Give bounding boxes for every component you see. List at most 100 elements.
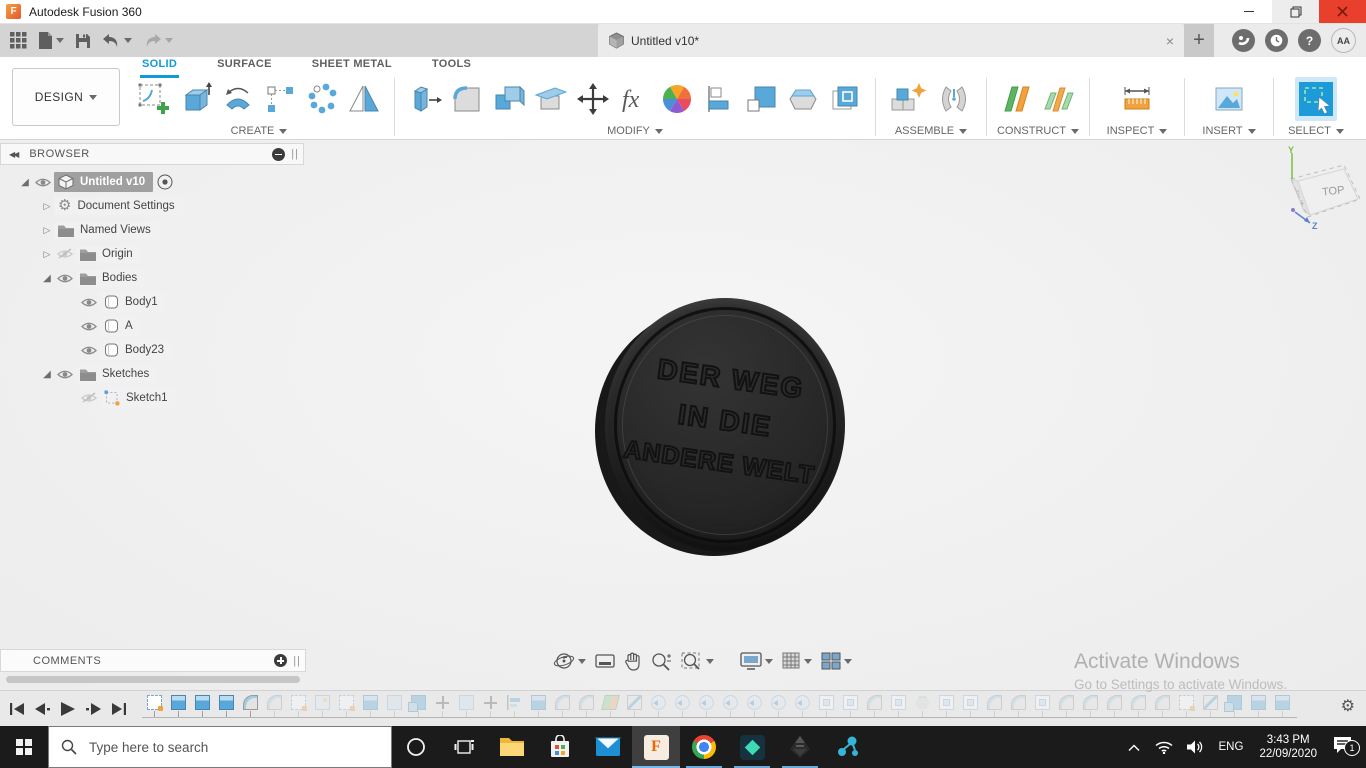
timeline-feature-shell[interactable] (842, 695, 859, 722)
press-pull-button[interactable] (404, 77, 446, 121)
zoom-button[interactable] (651, 652, 672, 671)
tray-chevron-icon[interactable] (1120, 743, 1148, 752)
revolve-button[interactable] (217, 77, 259, 121)
move-copy-button[interactable] (572, 77, 614, 121)
timeline-feature-fillet[interactable] (266, 695, 283, 722)
offset-plane-button[interactable] (996, 77, 1038, 121)
volume-icon[interactable] (1180, 740, 1211, 754)
panel-grip[interactable]: || (291, 148, 299, 160)
circular-pattern-button[interactable] (301, 77, 343, 121)
timeline-feature-fillet[interactable] (986, 695, 1003, 722)
tab-sheet-metal[interactable]: SHEET METAL (312, 58, 392, 76)
timeline-feature-extrude[interactable] (218, 695, 235, 722)
new-tab-button[interactable]: + (1184, 24, 1214, 57)
minimize-button[interactable] (1225, 0, 1272, 23)
change-parameters-button[interactable]: fx (614, 77, 656, 121)
comments-panel[interactable]: COMMENTS || (0, 649, 306, 672)
timeline-feature-combine[interactable] (408, 695, 427, 722)
taskbar-app-graph-tool[interactable] (824, 726, 872, 768)
select-button[interactable] (1295, 77, 1337, 121)
extrude-button[interactable] (175, 77, 217, 121)
group-label-select[interactable]: SELECT (1288, 125, 1344, 137)
taskbar-app-file-explorer[interactable] (488, 726, 536, 768)
timeline-feature-history[interactable] (770, 695, 787, 722)
timeline-feature-shell[interactable] (938, 695, 955, 722)
timeline-feature-sketch[interactable] (338, 695, 355, 722)
zoom-window-button[interactable] (681, 652, 714, 671)
expanded-icon[interactable]: ◢ (40, 273, 54, 284)
visibility-eye-icon[interactable] (32, 177, 54, 188)
browser-panel-header[interactable]: ◀◀ BROWSER || (0, 143, 304, 165)
step-forward-button[interactable] (86, 702, 101, 715)
joint-button[interactable] (931, 77, 977, 121)
fillet-button[interactable] (446, 77, 488, 121)
mirror-button[interactable] (343, 77, 385, 121)
rectangular-pattern-button[interactable] (259, 77, 301, 121)
visibility-eye-icon[interactable] (78, 297, 100, 308)
timeline-feature-shell[interactable] (1034, 695, 1051, 722)
split-body-button[interactable] (530, 77, 572, 121)
remove-panel-icon[interactable] (272, 147, 286, 161)
start-button[interactable] (0, 726, 48, 768)
collapsed-icon[interactable]: ▷ (40, 201, 54, 212)
timeline-feature-extrude[interactable] (530, 695, 547, 722)
timeline-feature-image[interactable] (314, 695, 331, 722)
play-button[interactable] (61, 701, 75, 716)
timeline-feature-history[interactable] (674, 695, 691, 722)
tab-tools[interactable]: TOOLS (432, 58, 471, 76)
language-indicator[interactable]: ENG (1211, 741, 1252, 753)
timeline-feature-fillet[interactable] (866, 695, 883, 722)
appearance-button[interactable] (656, 77, 698, 121)
taskbar-app-chrome[interactable] (680, 726, 728, 768)
timeline-feature-plane[interactable] (601, 695, 620, 722)
timeline-feature-fillet[interactable] (1154, 695, 1171, 722)
timeline-feature-fillet[interactable] (578, 695, 595, 722)
group-label-modify[interactable]: MODIFY (607, 125, 663, 137)
look-at-button[interactable] (595, 652, 615, 670)
timeline-feature-extrude[interactable] (194, 695, 211, 722)
panel-grip[interactable]: || (293, 655, 301, 667)
timeline-feature-sketch[interactable] (146, 695, 163, 722)
visibility-eye-icon[interactable] (54, 369, 76, 380)
display-settings-button[interactable] (740, 652, 773, 670)
display-settings-caret[interactable] (765, 658, 773, 664)
group-label-construct[interactable]: CONSTRUCT (997, 125, 1080, 137)
combine-button[interactable] (488, 77, 530, 121)
orbit-button[interactable] (553, 651, 586, 671)
browser-row-root[interactable]: ◢ Untitled v10 (0, 170, 304, 194)
taskbar-search-input[interactable]: Type here to search (48, 726, 392, 768)
new-component-button[interactable] (885, 77, 931, 121)
timeline-feature-fillet[interactable] (1082, 695, 1099, 722)
redo-button[interactable] (141, 31, 175, 50)
orbit-caret[interactable] (578, 658, 586, 664)
draft-button[interactable] (782, 77, 824, 121)
job-status-icon[interactable] (1232, 29, 1255, 52)
group-label-insert[interactable]: INSERT (1202, 125, 1256, 137)
viewports-caret[interactable] (844, 658, 852, 664)
timeline-feature-sketch[interactable] (1178, 695, 1195, 722)
browser-row-named-views[interactable]: ▷ Named Views (0, 218, 304, 242)
create-sketch-button[interactable] (133, 77, 175, 121)
tab-solid[interactable]: SOLID (139, 58, 180, 78)
root-component-chip[interactable]: Untitled v10 (54, 172, 154, 192)
timeline-feature-split[interactable] (1202, 695, 1219, 722)
browser-row-bodies[interactable]: ◢ Bodies (0, 266, 304, 290)
group-label-assemble[interactable]: ASSEMBLE (895, 125, 968, 137)
visibility-eye-off-icon[interactable] (54, 248, 76, 260)
insert-image-button[interactable] (1208, 77, 1250, 121)
action-center-button[interactable]: 1 (1325, 736, 1366, 758)
viewcube-top-label[interactable]: TOP (1322, 184, 1346, 198)
collapse-panel-icon[interactable]: ◀◀ (9, 150, 19, 159)
timeline-feature-box[interactable] (458, 695, 475, 722)
user-avatar[interactable]: AA (1331, 28, 1356, 53)
browser-row-document-settings[interactable]: ▷ ⚙ Document Settings (0, 194, 304, 218)
visibility-eye-icon[interactable] (78, 321, 100, 332)
timeline-settings-gear-icon[interactable]: ⚙ (1341, 698, 1355, 716)
coin-3d-model[interactable]: DER WEG IN DIE ANDERE WELT (595, 298, 845, 560)
expanded-icon[interactable]: ◢ (18, 177, 32, 188)
timeline-feature-fillet[interactable] (554, 695, 571, 722)
step-back-button[interactable] (35, 702, 50, 715)
timeline-feature-extrude[interactable] (1274, 695, 1291, 722)
taskbar-app-mail[interactable] (584, 726, 632, 768)
taskbar-app-filmora[interactable] (728, 726, 776, 768)
